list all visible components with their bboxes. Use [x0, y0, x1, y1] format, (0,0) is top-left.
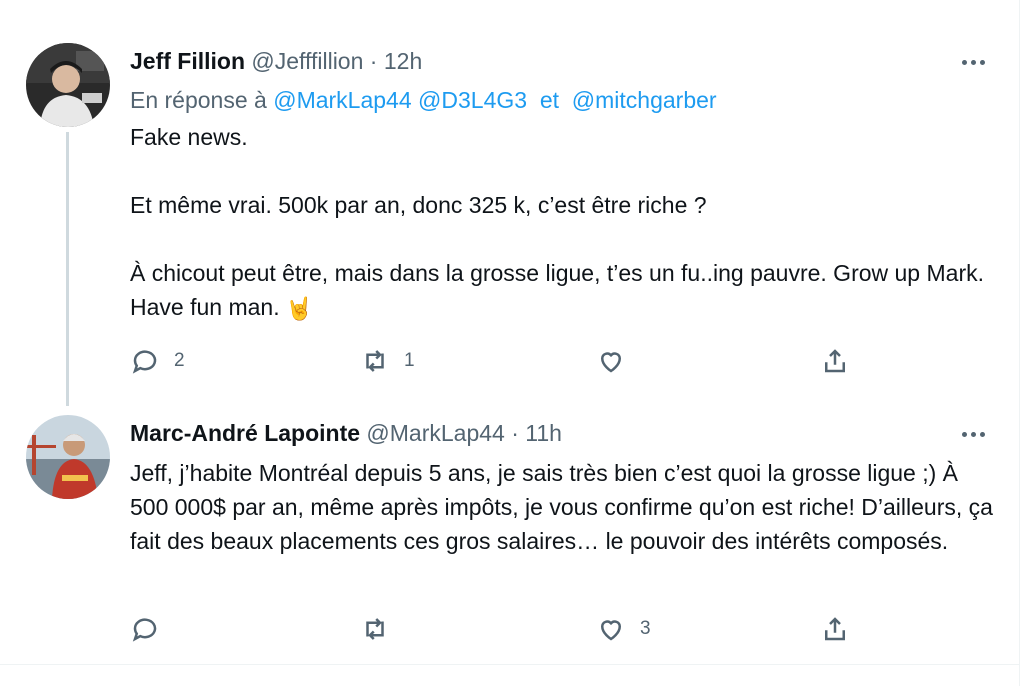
- tweet-paragraph: À chicout peut être, mais dans la grosse…: [130, 256, 1000, 324]
- mention-link[interactable]: @MarkLap44: [273, 87, 411, 113]
- tweet-text: Fake news. Et même vrai. 500k par an, do…: [130, 120, 1000, 324]
- like-icon: [600, 620, 622, 641]
- reply-context: En réponse à @MarkLap44 @D3L4G3 et @mitc…: [130, 86, 717, 114]
- tweet-paragraph: Et même vrai. 500k par an, donc 325 k, c…: [130, 192, 707, 218]
- tweet-text: Jeff, j’habite Montréal depuis 5 ans, je…: [130, 456, 1000, 558]
- rock-on-emoji: 🤘: [285, 295, 313, 321]
- tweet-paragraph: Jeff, j’habite Montréal depuis 5 ans, je…: [130, 460, 993, 554]
- timestamp[interactable]: 11h: [525, 420, 562, 446]
- like-icon: [600, 352, 622, 373]
- mention-link[interactable]: @D3L4G3: [418, 87, 527, 113]
- reply-button[interactable]: 2: [130, 346, 185, 376]
- separator: ·: [511, 420, 519, 446]
- more-icon[interactable]: [956, 422, 990, 446]
- tweet-header: Jeff Fillion @Jefffillion · 12h: [130, 46, 422, 76]
- share-icon: [825, 617, 845, 641]
- display-name[interactable]: Marc-André Lapointe: [130, 420, 360, 446]
- reply-conjunction: et: [539, 87, 560, 113]
- timestamp[interactable]: 12h: [384, 48, 422, 74]
- more-icon[interactable]: [956, 50, 990, 74]
- tweet-paragraph: Fake news.: [130, 124, 248, 150]
- handle[interactable]: @MarkLap44: [366, 420, 504, 446]
- tweet-divider: [0, 664, 1020, 665]
- tweet-actions: 3: [130, 614, 870, 644]
- avatar[interactable]: [26, 415, 110, 499]
- like-count: 3: [640, 618, 651, 639]
- display-name[interactable]: Jeff Fillion: [130, 48, 245, 74]
- retweet-icon: [366, 350, 384, 372]
- thread-line: [66, 132, 69, 406]
- reply-prefix: En réponse à: [130, 87, 267, 113]
- mention-link[interactable]: @mitchgarber: [572, 87, 717, 113]
- tweet-actions: 2 1: [130, 346, 870, 376]
- reply-icon: [132, 618, 157, 642]
- separator: ·: [369, 48, 378, 74]
- tweet-header: Marc-André Lapointe @MarkLap44 · 11h: [130, 418, 562, 448]
- reply-button[interactable]: [130, 614, 174, 644]
- share-icon: [825, 349, 845, 373]
- reply-icon: [132, 350, 157, 374]
- like-button[interactable]: [596, 346, 640, 376]
- share-button[interactable]: [820, 614, 850, 644]
- retweet-icon: [366, 618, 384, 640]
- share-button[interactable]: [820, 346, 850, 376]
- reply-count: 2: [174, 350, 185, 371]
- retweet-button[interactable]: [360, 614, 404, 644]
- retweet-button[interactable]: 1: [360, 346, 415, 376]
- avatar[interactable]: [26, 43, 110, 127]
- like-button[interactable]: 3: [596, 614, 651, 644]
- tweet-jeff-fillion[interactable]: Jeff Fillion @Jefffillion · 12h En répon…: [0, 0, 1020, 406]
- retweet-count: 1: [404, 350, 415, 371]
- tweet-marc-andre-lapointe[interactable]: Marc-André Lapointe @MarkLap44 · 11h Jef…: [0, 400, 1020, 664]
- tweet-paragraph-text: À chicout peut être, mais dans la grosse…: [130, 260, 984, 320]
- handle[interactable]: @Jefffillion: [251, 48, 363, 74]
